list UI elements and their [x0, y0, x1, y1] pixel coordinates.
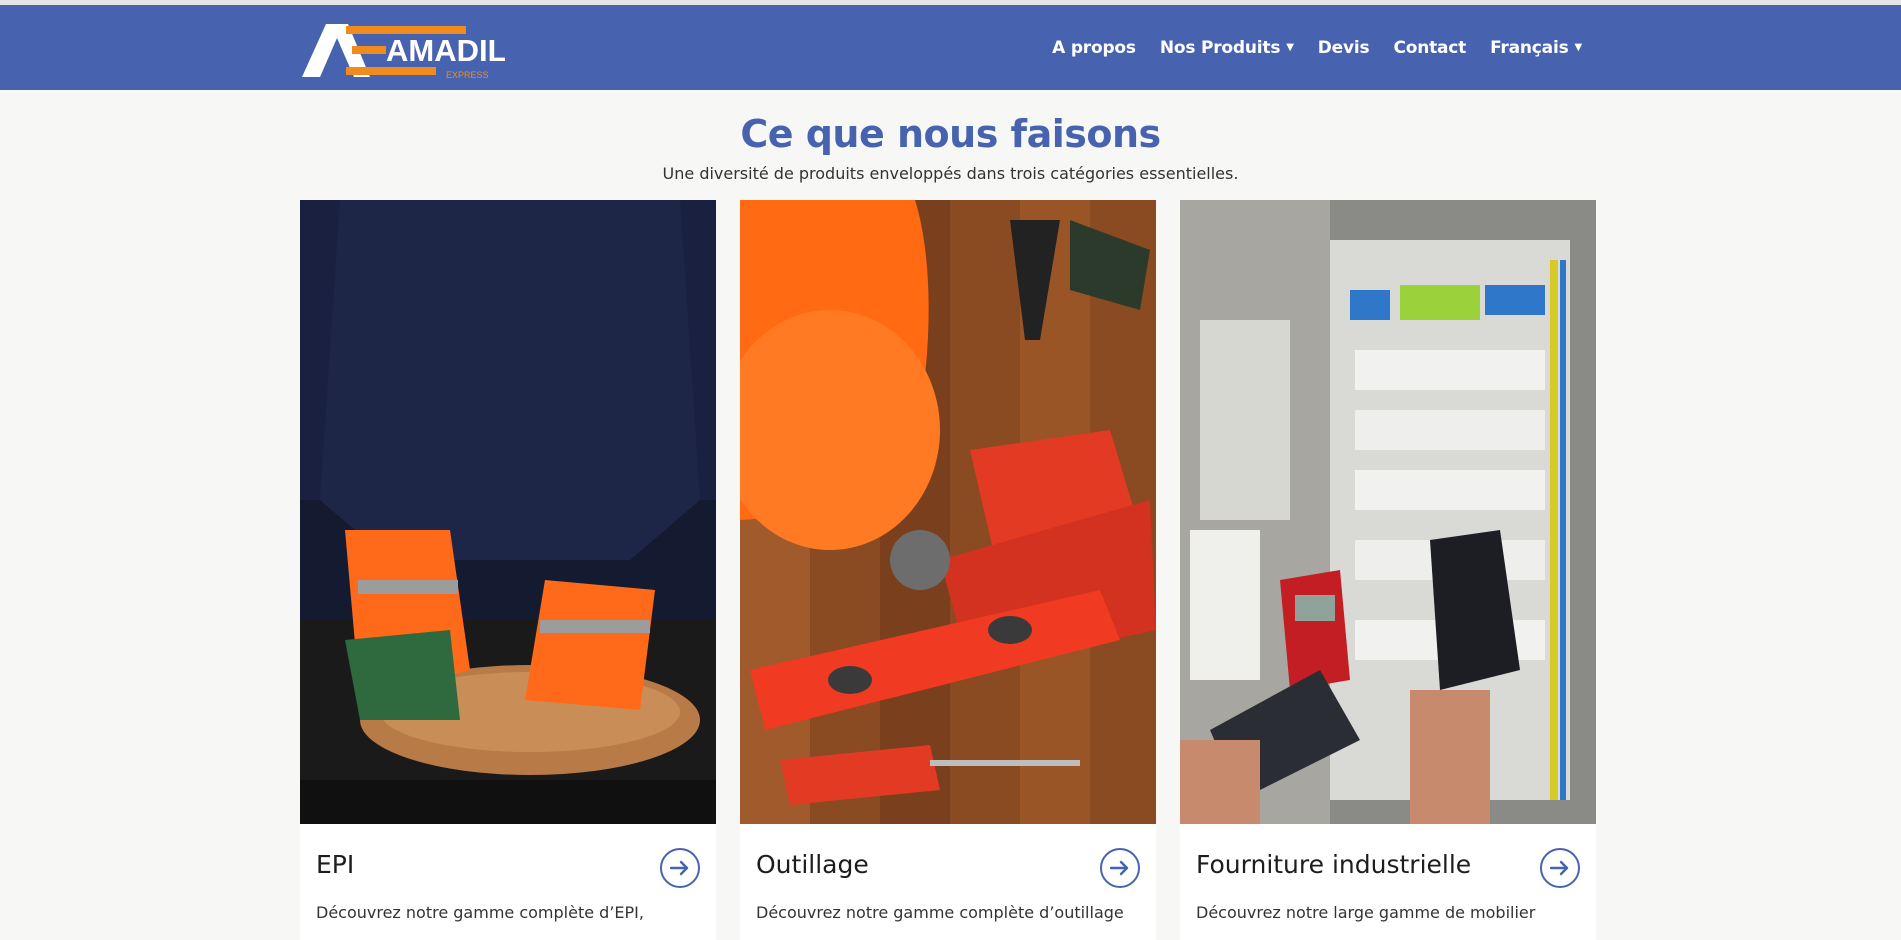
- nav-quote-label: Devis: [1317, 37, 1370, 58]
- nav-quote[interactable]: Devis: [1318, 38, 1370, 58]
- nav-contact[interactable]: Contact: [1393, 38, 1466, 58]
- arrow-right-circle-icon[interactable]: [1100, 848, 1140, 888]
- card-description: Découvrez notre large gamme de mobilier: [1196, 903, 1536, 922]
- arrow-right-circle-icon[interactable]: [660, 848, 700, 888]
- nav-about-label: A propos: [1052, 37, 1136, 58]
- card-title: Fourniture industrielle: [1196, 850, 1472, 879]
- fourniture-photo: [1180, 200, 1596, 824]
- section-subtitle: Une diversité de produits enveloppés dan…: [662, 164, 1239, 183]
- main-nav: A propos Nos Produits ▼ Devis Contact Fra…: [1052, 5, 1582, 90]
- arrow-right-circle-icon[interactable]: [1540, 848, 1580, 888]
- navbar: AMADIL EXPRESS A propos Nos Produits ▼ De…: [0, 5, 1901, 90]
- category-card-outillage[interactable]: Outillage Découvrez notre gamme complète…: [740, 200, 1156, 940]
- nav-language-label: Français: [1490, 37, 1569, 58]
- brand-tagline: EXPRESS: [446, 70, 489, 80]
- brand-logo[interactable]: AMADIL EXPRESS: [300, 20, 507, 82]
- card-title: Outillage: [756, 850, 869, 879]
- nav-products-label: Nos Produits: [1159, 37, 1281, 58]
- card-description: Découvrez notre gamme complète d’outilla…: [756, 903, 1124, 922]
- brand-name: AMADIL: [386, 33, 505, 68]
- nav-language-dropdown[interactable]: Français ▼: [1490, 38, 1582, 58]
- section-title: Ce que nous faisons: [740, 112, 1161, 156]
- caret-down-icon: ▼: [1574, 42, 1583, 53]
- outillage-photo: [740, 200, 1156, 824]
- nav-products-dropdown[interactable]: Nos Produits ▼: [1160, 38, 1294, 58]
- card-title: EPI: [316, 850, 355, 879]
- nav-contact-label: Contact: [1393, 37, 1467, 58]
- category-card-epi[interactable]: EPI Découvrez notre gamme complète d’EPI…: [300, 200, 716, 940]
- epi-photo: [300, 200, 716, 824]
- card-description: Découvrez notre gamme complète d’EPI,: [316, 903, 644, 922]
- category-card-fourniture[interactable]: Fourniture industrielle Découvrez notre …: [1180, 200, 1596, 940]
- logo-mark: AMADIL EXPRESS: [302, 24, 507, 80]
- nav-about[interactable]: A propos: [1052, 38, 1136, 58]
- caret-down-icon: ▼: [1286, 42, 1294, 53]
